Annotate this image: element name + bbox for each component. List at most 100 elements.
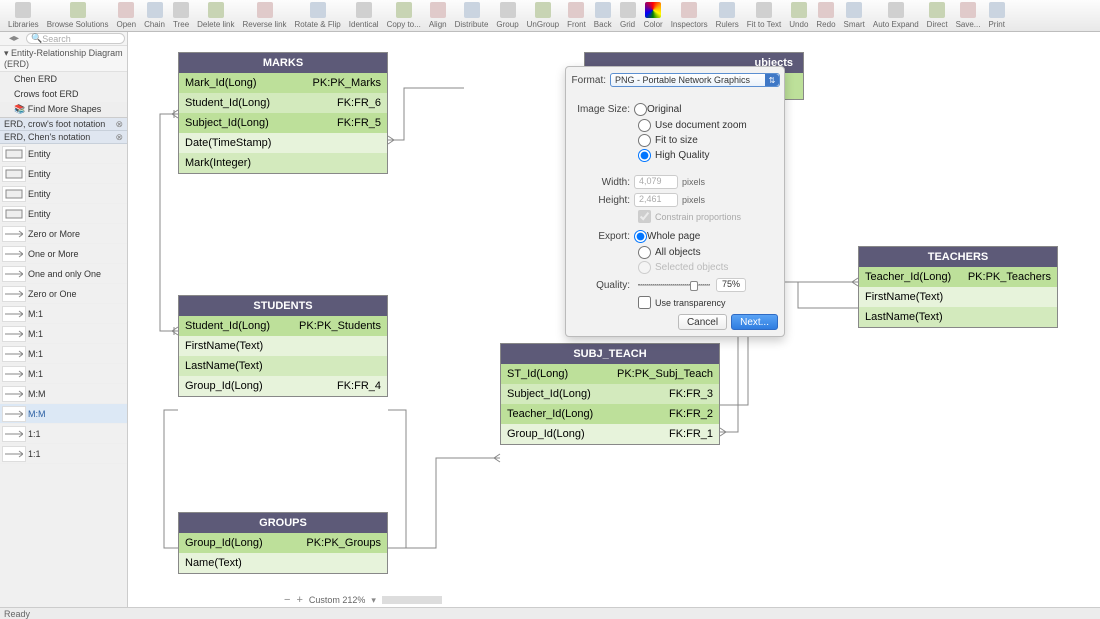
toolbar-save-[interactable]: Save... — [952, 0, 985, 29]
next-button[interactable]: Next... — [731, 314, 778, 330]
toolbar-delete-link[interactable]: Delete link — [193, 0, 238, 29]
slider-thumb[interactable] — [690, 281, 698, 291]
quality-label: Quality: — [566, 280, 634, 291]
shape-list: EntityEntityEntityEntityZero or MoreOne … — [0, 144, 127, 464]
table-row[interactable]: Name(Text) — [179, 553, 387, 573]
shape-one-or-more[interactable]: One or More — [0, 244, 127, 264]
table-row[interactable]: Group_Id(Long)FK:FR_4 — [179, 376, 387, 396]
table-row[interactable]: Student_Id(Long)PK:PK_Students — [179, 316, 387, 336]
radio-original[interactable] — [634, 103, 647, 116]
shape-1-1[interactable]: 1:1 — [0, 424, 127, 444]
toolbar-chain[interactable]: Chain — [140, 0, 169, 29]
shape-m-m[interactable]: M:M — [0, 404, 127, 424]
toolbar-undo[interactable]: Undo — [785, 0, 812, 29]
shape-m-1[interactable]: M:1 — [0, 324, 127, 344]
entity-marks[interactable]: MARKS Mark_Id(Long)PK:PK_MarksStudent_Id… — [178, 52, 388, 174]
search-input[interactable]: 🔍 Search — [26, 33, 125, 44]
status-text: Ready — [4, 609, 30, 619]
height-input[interactable]: 2,461 — [634, 193, 678, 207]
toolbar-group[interactable]: Group — [492, 0, 522, 29]
section-chen[interactable]: ERD, Chen's notation⊗ — [0, 131, 127, 144]
table-row[interactable]: Teacher_Id(Long)FK:FR_2 — [501, 404, 719, 424]
table-row[interactable]: FirstName(Text) — [859, 287, 1057, 307]
shape-m-1[interactable]: M:1 — [0, 344, 127, 364]
cell-key — [1043, 311, 1051, 323]
shape-zero-or-more[interactable]: Zero or More — [0, 224, 127, 244]
toolbar-reverse-link[interactable]: Reverse link — [239, 0, 291, 29]
toolbar-ungroup[interactable]: UnGroup — [523, 0, 563, 29]
entity-subj-teach[interactable]: SUBJ_TEACH ST_Id(Long)PK:PK_Subj_TeachSu… — [500, 343, 720, 445]
shape-thumb-icon — [2, 286, 26, 302]
table-row[interactable]: FirstName(Text) — [179, 336, 387, 356]
table-row[interactable]: Mark_Id(Long)PK:PK_Marks — [179, 73, 387, 93]
toolbar-inspectors[interactable]: Inspectors — [667, 0, 712, 29]
toolbar-icon — [846, 2, 862, 18]
toolbar-align[interactable]: Align — [425, 0, 451, 29]
toolbar-print[interactable]: Print — [984, 0, 1008, 29]
table-row[interactable]: Mark(Integer) — [179, 153, 387, 173]
table-row[interactable]: Student_Id(Long)FK:FR_6 — [179, 93, 387, 113]
entity-groups[interactable]: GROUPS Group_Id(Long)PK:PK_GroupsName(Te… — [178, 512, 388, 574]
toolbar-browse-solutions[interactable]: Browse Solutions — [43, 0, 113, 29]
toolbar-copy-to-[interactable]: Copy to... — [383, 0, 425, 29]
radio-high-quality[interactable] — [638, 149, 651, 162]
close-icon[interactable]: ⊗ — [115, 119, 123, 130]
toolbar-rotate-flip[interactable]: Rotate & Flip — [291, 0, 345, 29]
entity-teachers[interactable]: TEACHERS Teacher_Id(Long)PK:PK_TeachersF… — [858, 246, 1058, 328]
transparency-checkbox[interactable] — [638, 296, 651, 309]
toolbar-distribute[interactable]: Distribute — [451, 0, 493, 29]
shape-entity[interactable]: Entity — [0, 204, 127, 224]
toolbar-identical[interactable]: Identical — [345, 0, 383, 29]
format-select[interactable]: PNG - Portable Network Graphics ⇅ — [610, 73, 780, 87]
entity-students[interactable]: STUDENTS Student_Id(Long)PK:PK_StudentsF… — [178, 295, 388, 397]
table-row[interactable]: Subject_Id(Long)FK:FR_5 — [179, 113, 387, 133]
toolbar-rulers[interactable]: Rulers — [712, 0, 743, 29]
toolbar-color[interactable]: Color — [640, 0, 667, 29]
table-row[interactable]: Group_Id(Long)PK:PK_Groups — [179, 533, 387, 553]
shape-entity[interactable]: Entity — [0, 144, 127, 164]
toolbar-back[interactable]: Back — [590, 0, 616, 29]
table-row[interactable]: Subject_Id(Long)FK:FR_3 — [501, 384, 719, 404]
radio-fit-size[interactable] — [638, 134, 651, 147]
find-more-shapes[interactable]: 📚 Find More Shapes — [0, 102, 127, 118]
shape-m-1[interactable]: M:1 — [0, 304, 127, 324]
toolbar-tree[interactable]: Tree — [169, 0, 193, 29]
toolbar-auto-expand[interactable]: Auto Expand — [869, 0, 923, 29]
radio-all-objects[interactable] — [638, 246, 651, 259]
quality-value[interactable]: 75% — [716, 278, 746, 292]
table-row[interactable]: LastName(Text) — [859, 307, 1057, 327]
toolbar-redo[interactable]: Redo — [812, 0, 839, 29]
toolbar-smart[interactable]: Smart — [840, 0, 869, 29]
radio-doc-zoom[interactable] — [638, 119, 651, 132]
table-row[interactable]: ST_Id(Long)PK:PK_Subj_Teach — [501, 364, 719, 384]
cancel-button[interactable]: Cancel — [678, 314, 727, 330]
table-row[interactable]: Date(TimeStamp) — [179, 133, 387, 153]
table-row[interactable]: Group_Id(Long)FK:FR_1 — [501, 424, 719, 444]
toolbar-libraries[interactable]: Libraries — [4, 0, 43, 29]
tree-erd-group[interactable]: ▾ Entity-Relationship Diagram (ERD) — [0, 46, 127, 72]
toolbar-front[interactable]: Front — [563, 0, 590, 29]
cell-key — [373, 340, 381, 352]
canvas-area[interactable]: MARKS Mark_Id(Long)PK:PK_MarksStudent_Id… — [128, 32, 1100, 607]
search-row: ◂▸ 🔍 Search — [0, 32, 127, 46]
tree-chen-erd[interactable]: Chen ERD — [0, 72, 127, 87]
shape-m-1[interactable]: M:1 — [0, 364, 127, 384]
shape-one-and-only-one[interactable]: One and only One — [0, 264, 127, 284]
toolbar-grid[interactable]: Grid — [616, 0, 640, 29]
shape-zero-or-one[interactable]: Zero or One — [0, 284, 127, 304]
section-crows-foot[interactable]: ERD, crow's foot notation⊗ — [0, 118, 127, 131]
radio-whole-page[interactable] — [634, 230, 647, 243]
close-icon[interactable]: ⊗ — [115, 132, 123, 143]
toolbar-fit-to-text[interactable]: Fit to Text — [743, 0, 786, 29]
shape-entity[interactable]: Entity — [0, 184, 127, 204]
table-row[interactable]: LastName(Text) — [179, 356, 387, 376]
table-row[interactable]: Teacher_Id(Long)PK:PK_Teachers — [859, 267, 1057, 287]
shape-m-m[interactable]: M:M — [0, 384, 127, 404]
toolbar-open[interactable]: Open — [113, 0, 141, 29]
width-input[interactable]: 4,079 — [634, 175, 678, 189]
shape-entity[interactable]: Entity — [0, 164, 127, 184]
toolbar-direct[interactable]: Direct — [923, 0, 952, 29]
tree-crows-erd[interactable]: Crows foot ERD — [0, 87, 127, 102]
shape-1-1[interactable]: 1:1 — [0, 444, 127, 464]
quality-slider[interactable] — [638, 284, 710, 286]
